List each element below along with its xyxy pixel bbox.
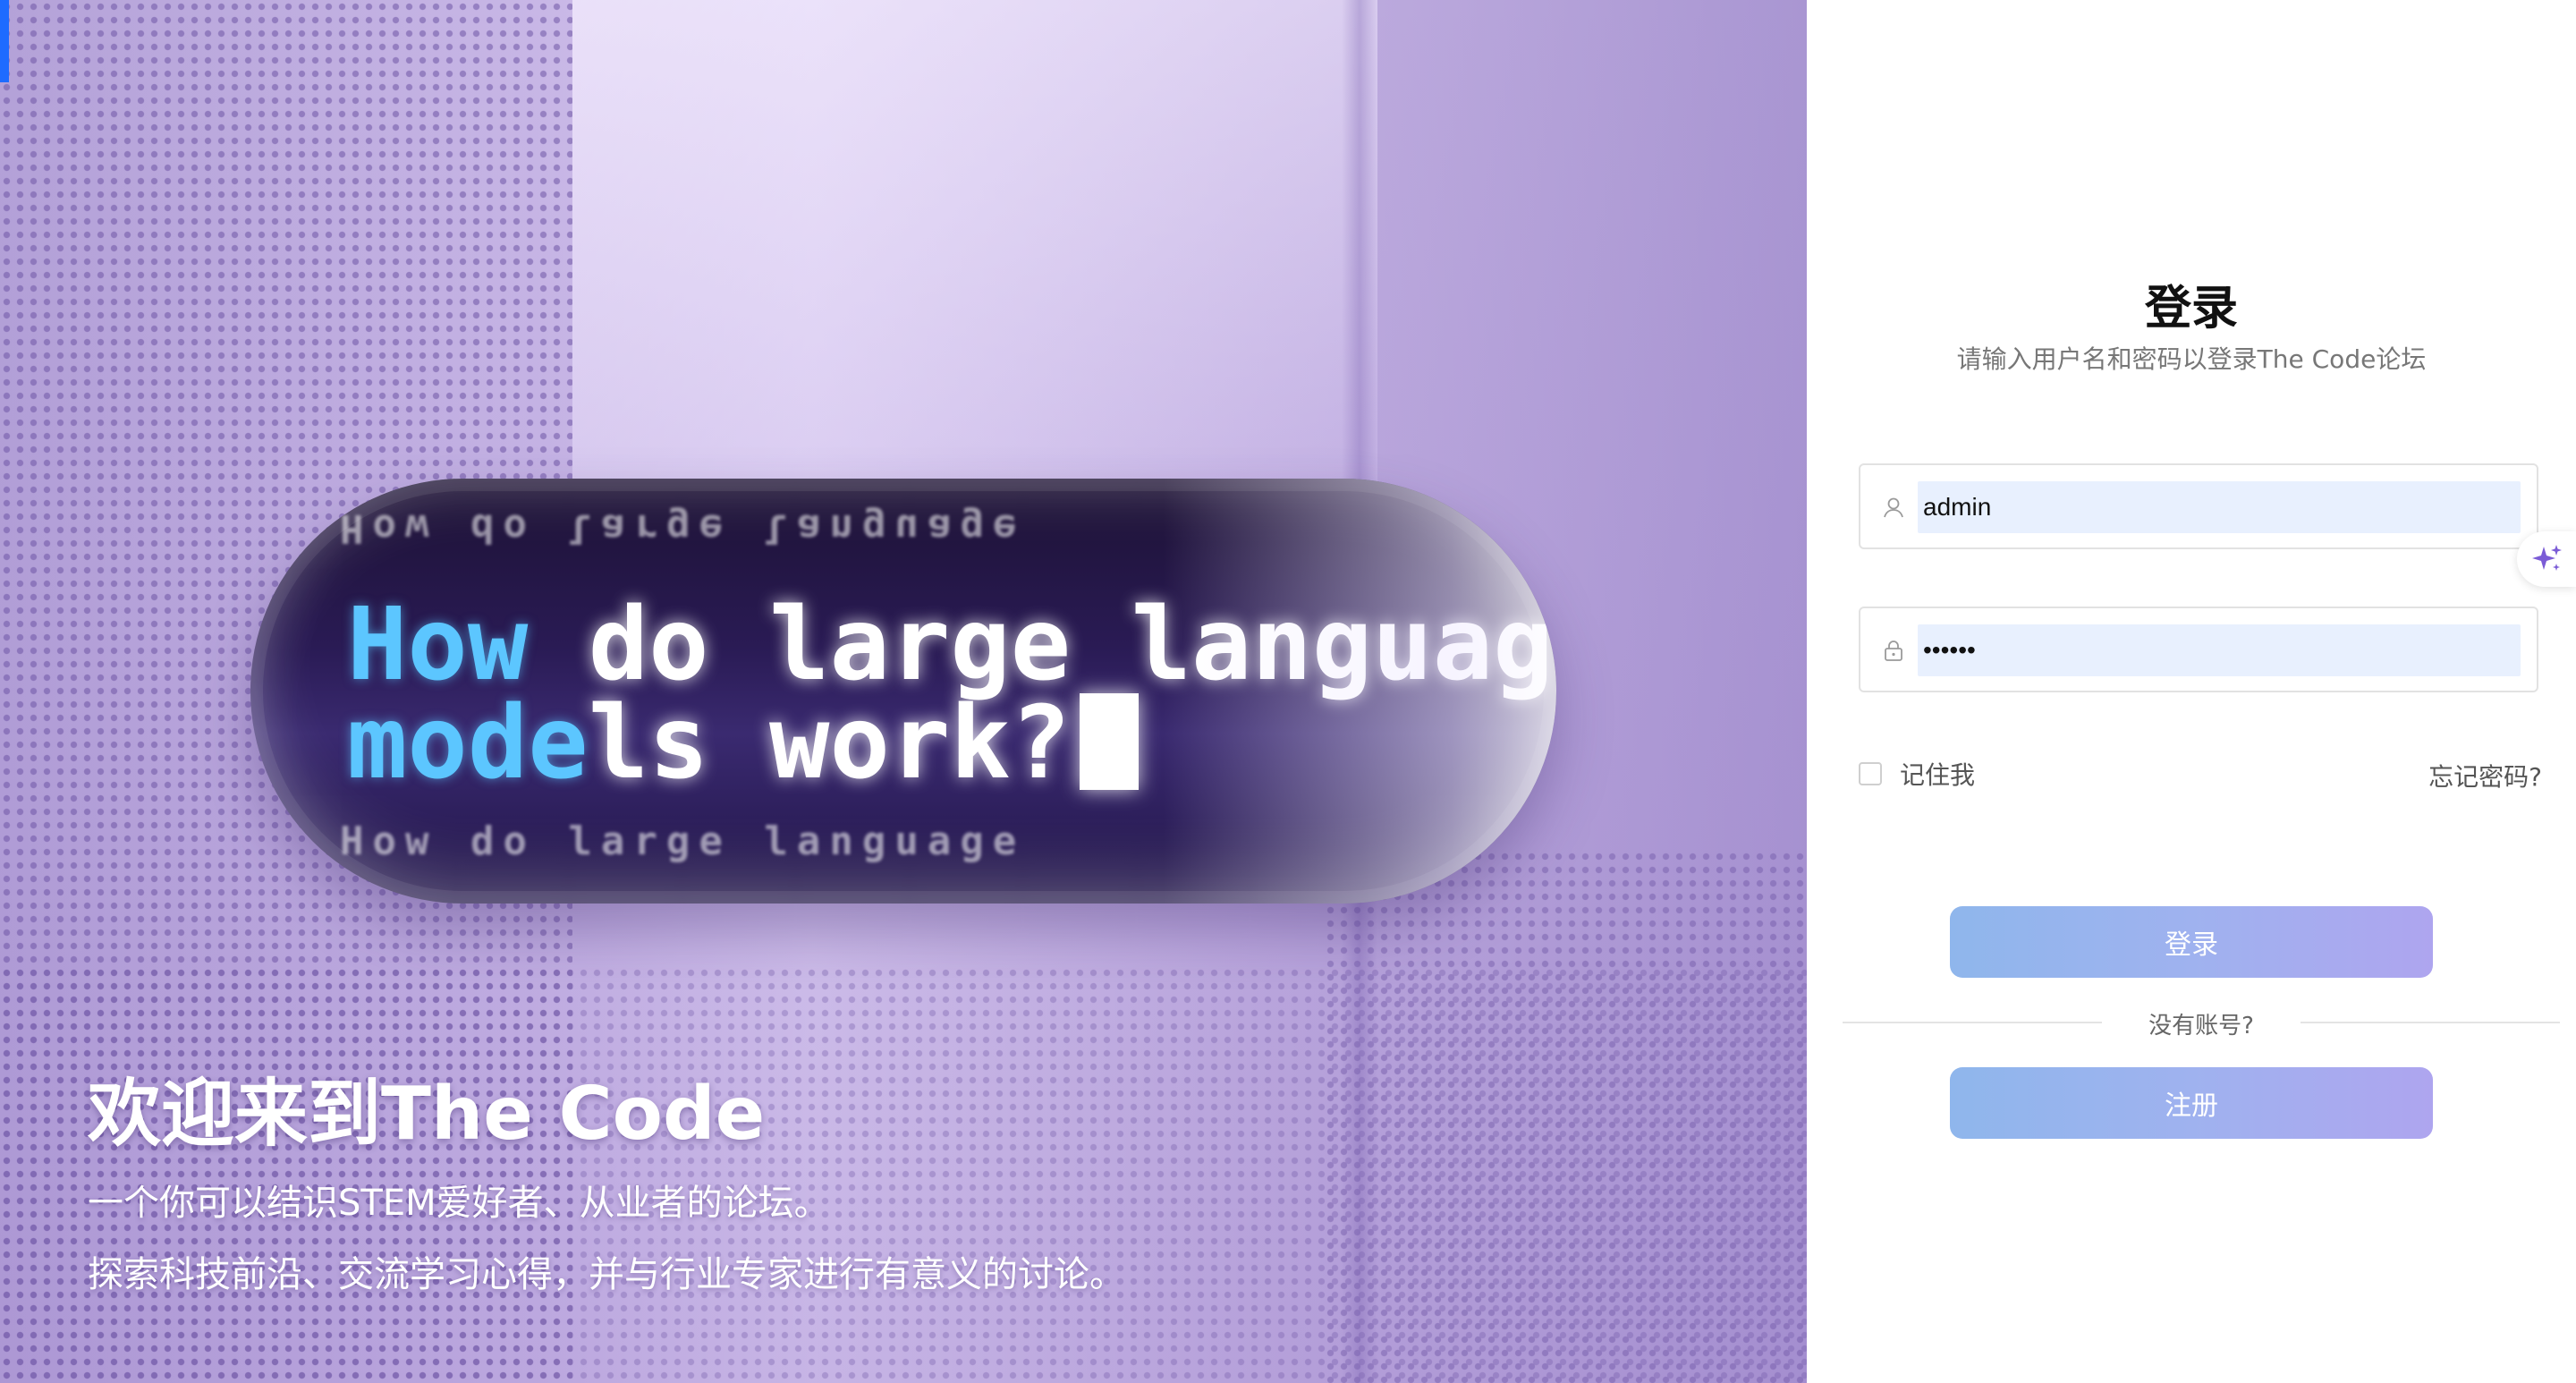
hero-title: 欢迎来到The Code	[88, 1072, 766, 1157]
no-account-text: 没有账号?	[2148, 1013, 2254, 1039]
login-panel: 登录 请输入用户名和密码以登录The Code论坛 记住我 忘记密码? 登录 没…	[1807, 0, 2576, 1383]
remember-me[interactable]: 记住我	[1859, 756, 1975, 792]
code-prefix: mode	[347, 685, 589, 802]
lock-icon	[1885, 641, 1902, 661]
password-input[interactable]	[1918, 624, 2521, 676]
hero-section: How do large language How do large langu…	[0, 0, 1807, 1383]
sparkle-icon	[2532, 545, 2562, 571]
user-icon	[1884, 497, 1903, 518]
capsule-code-line: How do large languag	[347, 595, 1554, 695]
accent-tab	[0, 0, 9, 82]
code-text: ls work?	[588, 685, 1072, 802]
capsule-reflection-text: How do large language	[340, 505, 1026, 551]
divider-line	[2301, 1022, 2560, 1023]
ai-assistant-button[interactable]	[2517, 531, 2576, 587]
hero-capsule-image: How do large language How do large langu…	[250, 479, 1556, 904]
username-field	[1859, 463, 2538, 549]
login-title: 登录	[2144, 282, 2238, 335]
remember-checkbox[interactable]	[1859, 762, 1882, 785]
login-subtitle: 请输入用户名和密码以登录The Code论坛	[1956, 344, 2427, 374]
register-button[interactable]: 注册	[1950, 1067, 2433, 1139]
hero-subtitle: 探索科技前沿、交流学习心得，并与行业专家进行有意义的讨论。	[88, 1254, 1125, 1295]
forgot-password-link[interactable]: 忘记密码?	[2428, 758, 2542, 793]
capsule-code-line: models work?	[347, 693, 1140, 793]
hero-subtitle: 一个你可以结识STEM爱好者、从业者的论坛。	[88, 1183, 830, 1224]
username-input[interactable]	[1918, 481, 2521, 533]
remember-label[interactable]: 记住我	[1900, 756, 1975, 792]
text-cursor	[1080, 693, 1140, 790]
login-button[interactable]: 登录	[1950, 906, 2433, 978]
or-divider: 没有账号?	[1843, 1004, 2560, 1041]
capsule-reflection-text: How do large language	[340, 819, 1026, 864]
password-field	[1859, 607, 2538, 692]
